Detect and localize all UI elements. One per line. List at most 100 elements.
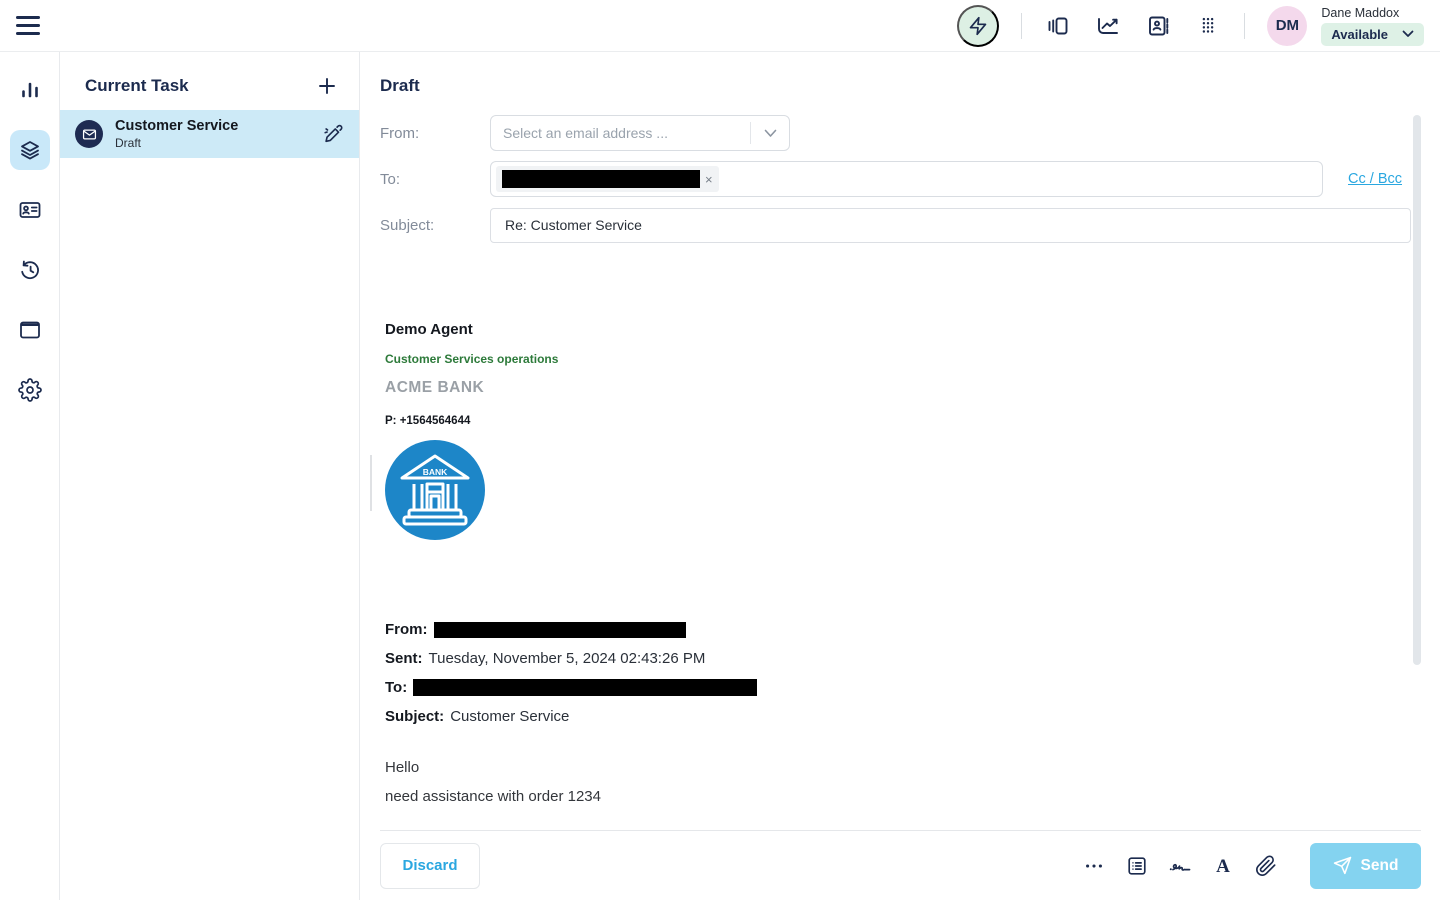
chevron-down-icon [1402, 30, 1414, 38]
quoted-from-label: From: [385, 621, 428, 638]
lightning-icon [968, 16, 988, 36]
scrollbar[interactable] [1413, 115, 1421, 665]
sidebar-item-settings[interactable] [10, 370, 50, 410]
apps-button[interactable] [1194, 12, 1222, 40]
task-list-item-customer-service[interactable]: Customer Service Draft [60, 110, 359, 158]
quoted-to-label: To: [385, 679, 407, 696]
sidebar-item-browser[interactable] [10, 310, 50, 350]
task-panel-header: Current Task [60, 52, 359, 110]
subject-row: Subject: [380, 207, 1420, 243]
quoted-body-line: need assistance with order 1234 [385, 782, 757, 811]
to-input[interactable]: × [490, 161, 1323, 197]
plus-icon [317, 76, 337, 96]
subject-input[interactable] [490, 208, 1411, 243]
analytics-button[interactable] [1094, 12, 1122, 40]
quoted-headers: From: Sent: Tuesday, November 5, 2024 02… [385, 615, 757, 731]
templates-button[interactable] [1124, 853, 1150, 879]
envelope-icon [82, 127, 97, 142]
signature-phone: P: +1564564644 [385, 415, 757, 427]
compose-form: From: Select an email address ... To: [380, 115, 1420, 243]
drag-handle[interactable] [370, 455, 372, 511]
sidebar-item-dashboard[interactable] [10, 70, 50, 110]
attachment-button[interactable] [1253, 853, 1279, 879]
top-bar: DM Dane Maddox Available [0, 0, 1440, 52]
add-task-button[interactable] [317, 76, 337, 96]
sidebar-item-tasks[interactable] [10, 130, 50, 170]
recipient-chip: × [496, 166, 719, 192]
quoted-from-line: From: [385, 615, 757, 644]
sidebar-item-contacts[interactable] [10, 190, 50, 230]
bank-logo: BANK [385, 440, 485, 540]
quoted-sent-value: Tuesday, November 5, 2024 02:43:26 PM [429, 650, 706, 667]
compose-footer: Discard [380, 830, 1421, 900]
status-dropdown[interactable]: Available [1321, 23, 1424, 46]
task-title: Customer Service [115, 118, 238, 134]
left-rail [0, 52, 60, 900]
email-body[interactable]: Demo Agent Customer Services operations … [385, 322, 757, 811]
layers-icon [18, 138, 42, 162]
send-button[interactable]: Send [1310, 843, 1421, 889]
signature-button[interactable] [1167, 853, 1193, 879]
app-window: DM Dane Maddox Available [0, 0, 1440, 900]
template-list-icon [1126, 855, 1148, 877]
quoted-subject-line: Subject: Customer Service [385, 702, 757, 731]
cc-bcc-link[interactable]: Cc / Bcc [1348, 171, 1402, 187]
redacted-from-address [434, 622, 686, 638]
dots-grid-icon [1197, 14, 1219, 38]
from-row: From: Select an email address ... [380, 115, 1420, 151]
task-text: Customer Service Draft [115, 118, 238, 150]
from-select-placeholder: Select an email address ... [491, 125, 750, 141]
ellipsis-icon [1083, 855, 1105, 877]
bank-logo-text: BANK [423, 467, 448, 477]
signature-company: ACME BANK [385, 380, 757, 396]
to-label: To: [380, 171, 490, 188]
status-label: Available [1331, 27, 1388, 42]
from-label: From: [380, 125, 490, 142]
quick-actions-button[interactable] [957, 5, 999, 47]
hamburger-menu-button[interactable] [16, 11, 46, 41]
contact-badge-icon [18, 198, 42, 222]
redacted-recipient [502, 170, 700, 188]
quoted-sent-label: Sent: [385, 650, 423, 667]
redacted-to-address [413, 679, 757, 696]
svg-text:A: A [1216, 856, 1230, 877]
font-format-button[interactable]: A [1210, 853, 1236, 879]
page-title: Draft [380, 76, 1420, 96]
task-panel-title: Current Task [85, 76, 189, 96]
quoted-sent-line: Sent: Tuesday, November 5, 2024 02:43:26… [385, 644, 757, 673]
quoted-subject-label: Subject: [385, 708, 444, 725]
pen-edit-icon [322, 123, 344, 145]
chip-close-icon[interactable]: × [705, 172, 713, 187]
bar-chart-icon [18, 78, 42, 102]
quoted-body-line: Hello [385, 753, 757, 782]
divider [1244, 13, 1245, 39]
signature-icon [1168, 854, 1192, 878]
task-panel: Current Task [60, 52, 360, 900]
paperclip-icon [1255, 855, 1277, 877]
send-button-label: Send [1361, 857, 1399, 875]
sidebar-item-history[interactable] [10, 250, 50, 290]
user-avatar[interactable]: DM [1267, 6, 1307, 46]
quoted-subject-value: Customer Service [450, 708, 569, 725]
task-avatar [75, 120, 103, 148]
quoted-body: Hello need assistance with order 1234 [385, 753, 757, 811]
signature-role: Customer Services operations [385, 353, 757, 366]
edit-draft-button[interactable] [322, 123, 344, 145]
contacts-button[interactable] [1144, 12, 1172, 40]
task-subtitle: Draft [115, 136, 238, 150]
user-meta: Dane Maddox Available [1321, 6, 1424, 46]
footer-tools: A [1081, 843, 1421, 889]
discard-button[interactable]: Discard [380, 843, 480, 889]
user-name: Dane Maddox [1321, 6, 1424, 20]
app-body: Current Task [0, 52, 1440, 900]
to-row: To: × Cc / Bcc [380, 161, 1420, 197]
font-icon: A [1211, 854, 1235, 878]
line-chart-icon [1096, 14, 1120, 38]
panels-button[interactable] [1044, 12, 1072, 40]
quoted-to-line: To: [385, 673, 757, 702]
contact-book-icon [1146, 14, 1170, 38]
more-options-button[interactable] [1081, 853, 1107, 879]
from-select[interactable]: Select an email address ... [490, 115, 790, 151]
history-icon [18, 258, 42, 282]
compose-area: Draft From: Select an email address ... [360, 52, 1440, 900]
